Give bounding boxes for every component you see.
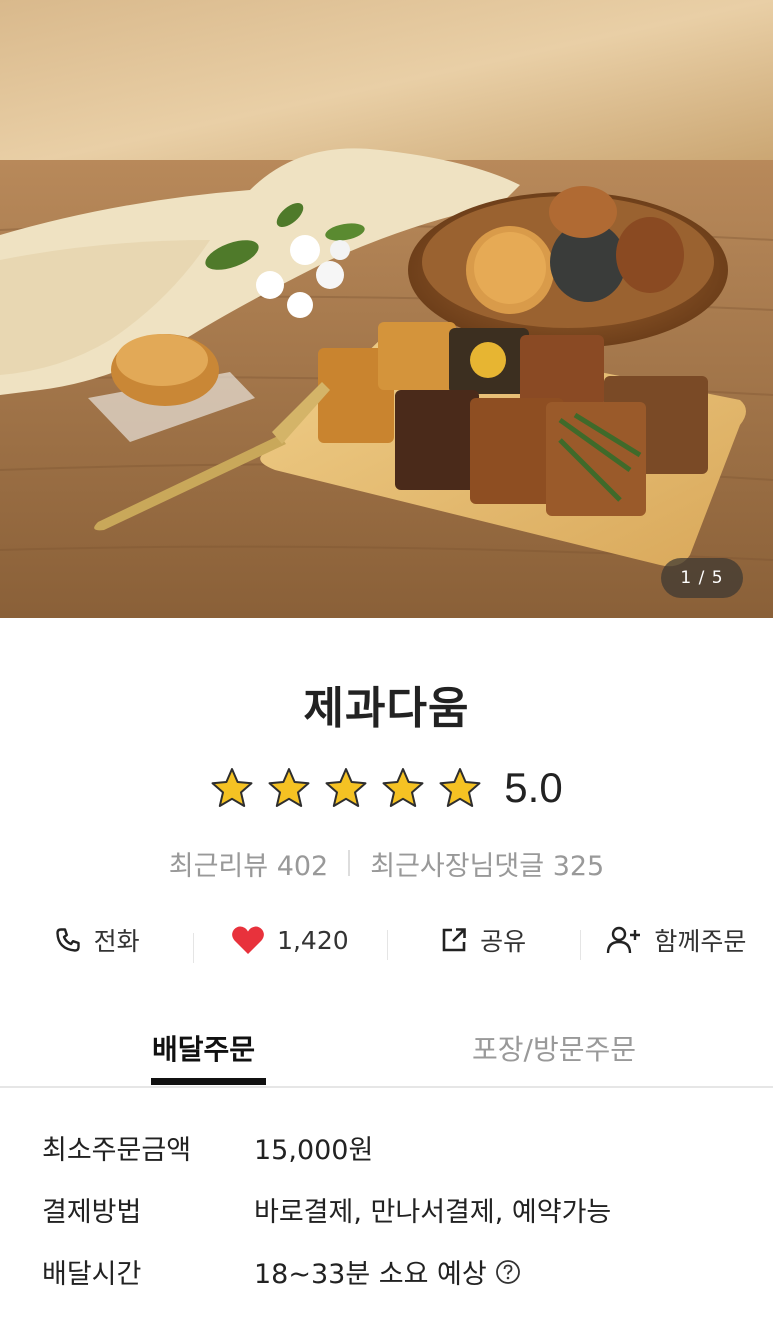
info-row-delivery-time: 배달시간 18~33분 소요 예상 <box>42 1244 742 1306</box>
like-button[interactable]: 1,420 <box>193 925 386 963</box>
rating-row: 5.0 <box>0 760 773 816</box>
add-user-icon <box>607 926 641 954</box>
bakery-photo <box>0 0 773 618</box>
active-tab-indicator <box>151 1078 266 1085</box>
help-icon[interactable] <box>495 1259 521 1285</box>
divider <box>348 850 351 876</box>
group-order-button[interactable]: 함께주문 <box>579 922 773 960</box>
phone-icon <box>55 928 80 952</box>
image-counter: 1 / 5 <box>661 558 743 598</box>
call-button[interactable]: 전화 <box>0 922 193 958</box>
star-icon <box>211 768 253 807</box>
star-icon <box>268 768 310 807</box>
rating-value: 5.0 <box>504 764 563 811</box>
min-order-label: 최소주문금액 <box>42 1135 192 1166</box>
like-count: 1,420 <box>277 925 349 955</box>
review-summary: 최근리뷰 402 최근사장님댓글 325 <box>0 843 773 883</box>
delivery-info: 최소주문금액 15,000원 결제방법 바로결제, 만나서결제, 예약가능 배달… <box>42 1120 742 1306</box>
info-row-min-order: 최소주문금액 15,000원 <box>42 1120 742 1182</box>
payment-method-value: 바로결제, 만나서결제, 예약가능 <box>254 1197 612 1228</box>
delivery-time-value: 18~33분 소요 예상 <box>254 1259 487 1290</box>
tab-pickup[interactable]: 포장/방문주문 <box>472 1028 636 1068</box>
star-icon <box>439 768 481 807</box>
share-icon <box>442 928 466 952</box>
delivery-time-label: 배달시간 <box>42 1259 142 1290</box>
store-actions: 전화 1,420 공유 함께주문 <box>0 918 773 963</box>
heart-icon <box>232 926 264 954</box>
star-icon <box>382 768 424 807</box>
rating-stars <box>210 766 482 810</box>
order-type-tabs: 배달주문 포장/방문주문 <box>0 1020 773 1088</box>
share-label: 공유 <box>480 927 527 956</box>
recent-reviews-link[interactable]: 최근리뷰 402 <box>169 844 328 883</box>
store-name: 제과다움 <box>303 683 470 734</box>
min-order-value: 15,000원 <box>254 1135 374 1166</box>
call-label: 전화 <box>93 927 140 956</box>
info-row-payment: 결제방법 바로결제, 만나서결제, 예약가능 <box>42 1182 742 1244</box>
store-hero-image[interactable]: 1 / 5 <box>0 0 773 618</box>
star-icon <box>325 768 367 807</box>
owner-replies-link[interactable]: 최근사장님댓글 325 <box>370 844 604 883</box>
tab-delivery[interactable]: 배달주문 <box>152 1028 255 1068</box>
payment-method-label: 결제방법 <box>42 1197 142 1228</box>
share-button[interactable]: 공유 <box>386 922 580 960</box>
group-order-label: 함께주문 <box>654 927 747 956</box>
